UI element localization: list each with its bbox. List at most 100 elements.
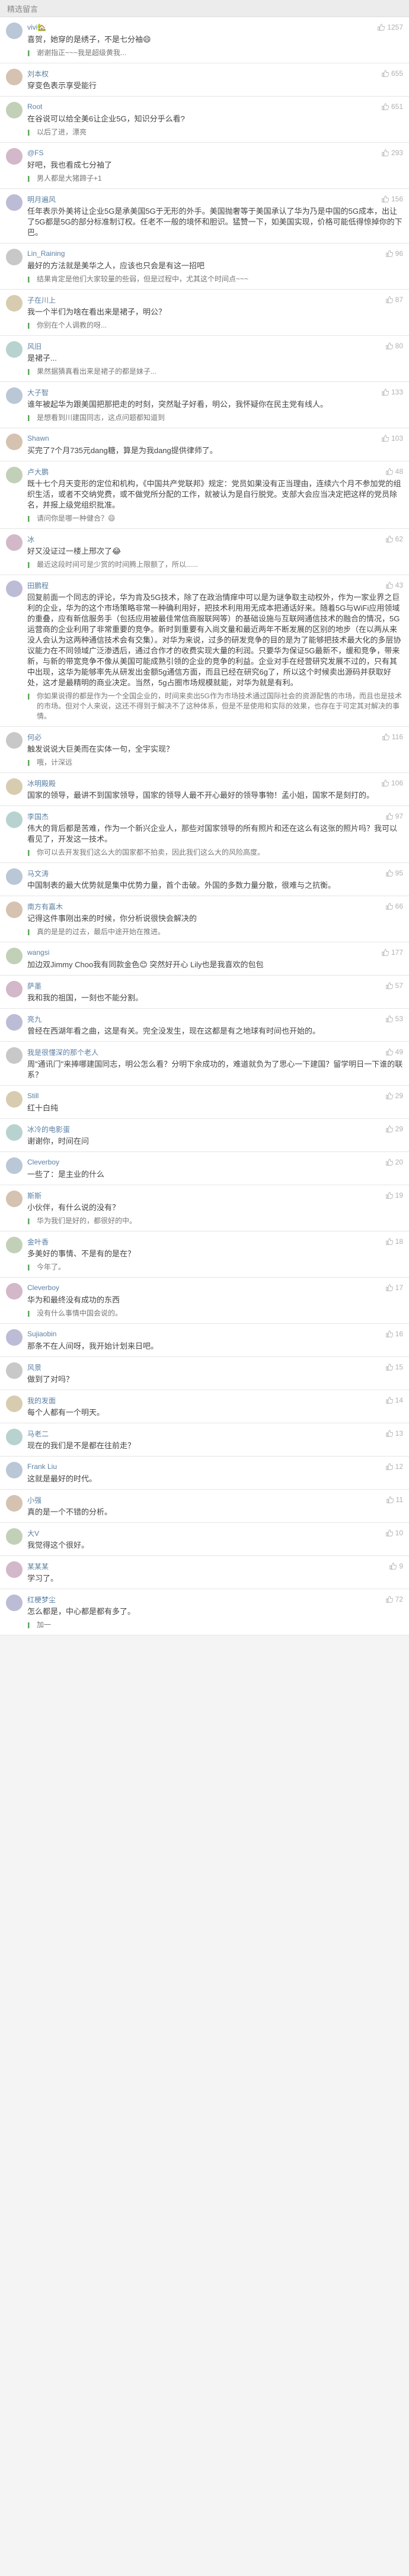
comment-username[interactable]: 小强 [27, 1495, 41, 1505]
comment-username[interactable]: @FS [27, 149, 44, 157]
comment-username[interactable]: 我是很懂深的那个老人 [27, 1047, 98, 1057]
avatar[interactable] [6, 868, 23, 885]
comment-username[interactable]: Root [27, 102, 42, 111]
comment-username[interactable]: 冰明殿殿 [27, 778, 56, 788]
avatar[interactable] [6, 387, 23, 404]
like-button[interactable]: 655 [382, 69, 403, 78]
avatar[interactable] [6, 902, 23, 918]
like-button[interactable]: 116 [382, 733, 403, 741]
like-button[interactable]: 17 [385, 1284, 403, 1292]
avatar[interactable] [6, 1362, 23, 1379]
comment-username[interactable]: Still [27, 1092, 39, 1100]
avatar[interactable] [6, 1561, 23, 1578]
avatar[interactable] [6, 1237, 23, 1253]
comment-username[interactable]: 亮九 [27, 1014, 41, 1024]
comment-username[interactable]: 何必 [27, 732, 41, 742]
like-button[interactable]: 72 [385, 1595, 403, 1603]
like-button[interactable]: 10 [385, 1529, 403, 1537]
comment-username[interactable]: 南方有嘉木 [27, 902, 63, 912]
like-button[interactable]: 96 [385, 249, 403, 258]
avatar[interactable] [6, 69, 23, 85]
like-button[interactable]: 43 [385, 581, 403, 589]
comment-username[interactable]: 萨墨 [27, 981, 41, 991]
avatar[interactable] [6, 194, 23, 211]
like-button[interactable]: 57 [385, 981, 403, 990]
comment-username[interactable]: Shawn [27, 434, 49, 442]
avatar[interactable] [6, 981, 23, 997]
avatar[interactable] [6, 1047, 23, 1064]
avatar[interactable] [6, 1091, 23, 1108]
like-button[interactable]: 13 [385, 1429, 403, 1438]
like-button[interactable]: 651 [382, 102, 403, 111]
comment-username[interactable]: 李国杰 [27, 811, 49, 822]
comment-username[interactable]: Cleverboy [27, 1284, 59, 1292]
avatar[interactable] [6, 534, 23, 551]
like-button[interactable]: 15 [385, 1363, 403, 1371]
avatar[interactable] [6, 23, 23, 39]
avatar[interactable] [6, 1329, 23, 1346]
comment-username[interactable]: Sujiaobin [27, 1330, 56, 1338]
comment-username[interactable]: 刘本权 [27, 69, 49, 79]
avatar[interactable] [6, 467, 23, 483]
avatar[interactable] [6, 249, 23, 265]
like-button[interactable]: 80 [385, 342, 403, 350]
comment-username[interactable]: wangsi [27, 948, 49, 957]
like-button[interactable]: 103 [382, 434, 403, 442]
like-button[interactable]: 29 [385, 1125, 403, 1133]
avatar[interactable] [6, 1124, 23, 1141]
comment-username[interactable]: 某某某 [27, 1561, 49, 1571]
avatar[interactable] [6, 102, 23, 118]
avatar[interactable] [6, 1283, 23, 1300]
comment-username[interactable]: 金叶香 [27, 1237, 49, 1247]
avatar[interactable] [6, 1595, 23, 1611]
comment-username[interactable]: 卢大鹏 [27, 467, 49, 477]
avatar[interactable] [6, 1191, 23, 1207]
like-button[interactable]: 177 [382, 948, 403, 957]
like-button[interactable]: 106 [382, 779, 403, 787]
like-button[interactable]: 16 [385, 1330, 403, 1338]
like-button[interactable]: 18 [385, 1237, 403, 1246]
avatar[interactable] [6, 1157, 23, 1174]
like-button[interactable]: 156 [382, 195, 403, 203]
like-button[interactable]: 87 [385, 296, 403, 304]
comment-username[interactable]: 明月遍风 [27, 194, 56, 204]
comment-username[interactable]: 红梗梦尘 [27, 1595, 56, 1605]
comment-username[interactable]: 风旧 [27, 341, 41, 351]
like-button[interactable]: 48 [385, 467, 403, 476]
comment-username[interactable]: 马文涛 [27, 868, 49, 878]
comment-username[interactable]: vivi🏡 [27, 23, 46, 31]
comment-username[interactable]: 马老二 [27, 1429, 49, 1439]
comment-username[interactable]: 冰 [27, 534, 34, 544]
avatar[interactable] [6, 148, 23, 165]
comment-username[interactable]: 冰冷的电影蛋 [27, 1124, 70, 1134]
avatar[interactable] [6, 1528, 23, 1545]
like-button[interactable]: 12 [385, 1462, 403, 1471]
like-button[interactable]: 20 [385, 1158, 403, 1166]
like-button[interactable]: 66 [385, 902, 403, 910]
like-button[interactable]: 29 [385, 1092, 403, 1100]
like-button[interactable]: 293 [382, 149, 403, 157]
like-button[interactable]: 97 [385, 812, 403, 820]
avatar[interactable] [6, 434, 23, 450]
like-button[interactable]: 133 [382, 388, 403, 396]
avatar[interactable] [6, 1462, 23, 1478]
avatar[interactable] [6, 1014, 23, 1031]
like-button[interactable]: 9 [389, 1562, 403, 1570]
comment-username[interactable]: 田鹏程 [27, 580, 49, 591]
comment-username[interactable]: 我的发面 [27, 1396, 56, 1406]
like-button[interactable]: 11 [386, 1496, 403, 1504]
avatar[interactable] [6, 1429, 23, 1445]
comment-username[interactable]: 大子智 [27, 387, 49, 397]
comment-username[interactable]: 大V [27, 1528, 39, 1538]
comment-username[interactable]: Cleverboy [27, 1158, 59, 1166]
avatar[interactable] [6, 295, 23, 312]
like-button[interactable]: 14 [385, 1396, 403, 1404]
comment-username[interactable]: 斯斯 [27, 1191, 41, 1201]
like-button[interactable]: 62 [385, 535, 403, 543]
like-button[interactable]: 53 [385, 1015, 403, 1023]
avatar[interactable] [6, 1495, 23, 1512]
like-button[interactable]: 1257 [378, 23, 403, 31]
avatar[interactable] [6, 778, 23, 795]
comment-username[interactable]: Lin_Raining [27, 249, 65, 258]
like-button[interactable]: 19 [385, 1191, 403, 1199]
